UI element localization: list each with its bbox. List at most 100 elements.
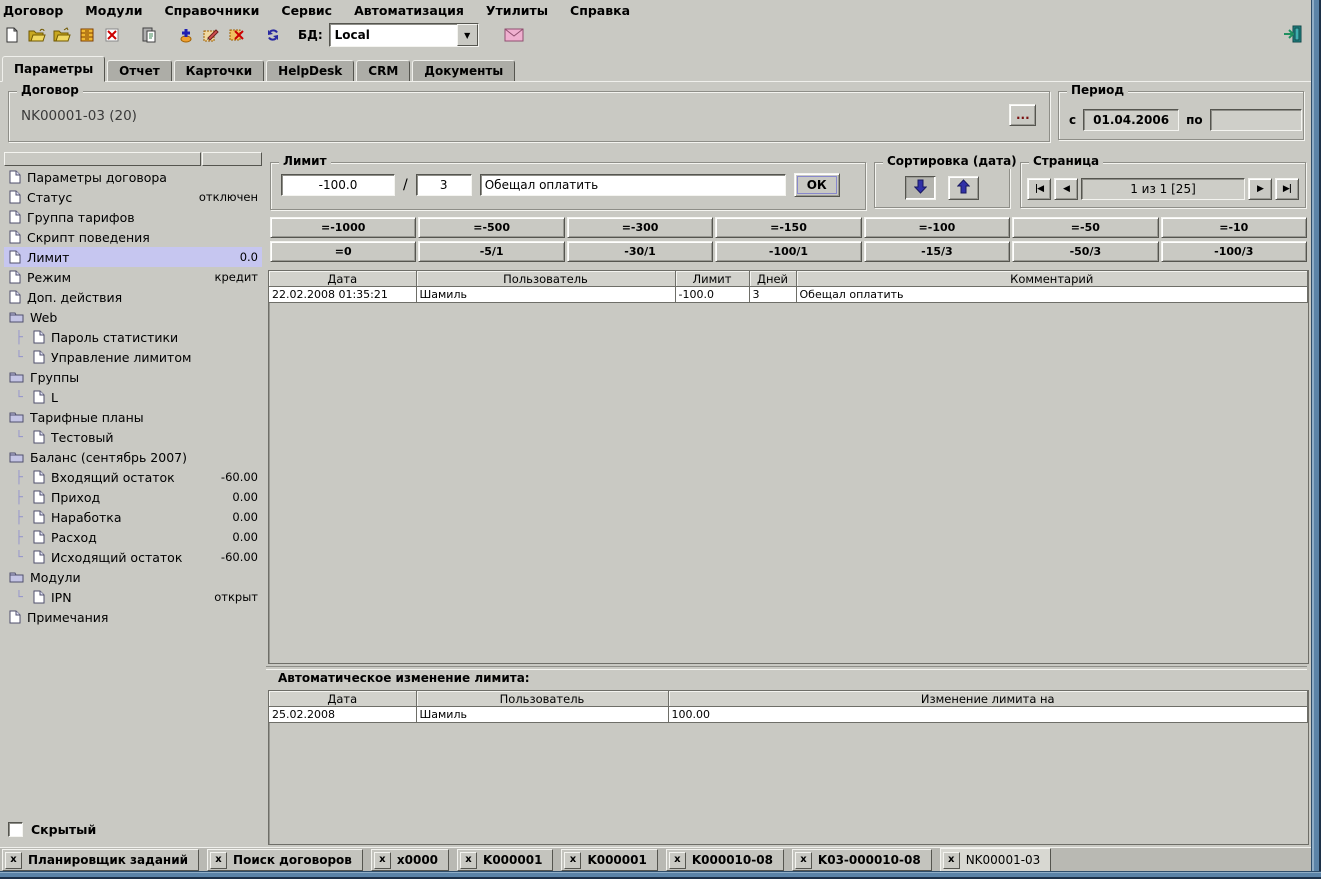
exit-icon[interactable] (1282, 23, 1304, 45)
new-document-icon[interactable] (1, 24, 23, 46)
close-icon[interactable]: x (374, 852, 391, 869)
preset-button[interactable]: =0 (270, 241, 416, 262)
menu-item[interactable]: Модули (85, 3, 142, 18)
tree-item[interactable]: Лимит0.0 (4, 247, 262, 267)
tree-item[interactable]: Режимкредит (4, 267, 262, 287)
column-header[interactable]: Лимит (675, 271, 749, 287)
preset-button[interactable]: -100/3 (1161, 241, 1307, 262)
close-icon[interactable]: x (460, 852, 477, 869)
table-row[interactable]: 22.02.2008 01:35:21Шамиль-100.03Обещал о… (269, 287, 1308, 303)
taskbar-tab[interactable]: xПоиск договоров (207, 849, 363, 871)
limit-amount-field[interactable] (281, 174, 395, 196)
mail-icon[interactable] (503, 24, 525, 46)
ok-button[interactable]: ОК (794, 173, 840, 197)
menu-item[interactable]: Справочники (164, 3, 259, 18)
taskbar-tab[interactable]: xK000010-08 (666, 849, 784, 871)
menu-item[interactable]: Справка (570, 3, 630, 18)
tree-item[interactable]: └Исходящий остаток-60.00 (4, 547, 262, 567)
column-header[interactable]: Дней (749, 271, 796, 287)
tree-item[interactable]: Примечания (4, 607, 262, 627)
tree-item[interactable]: Модули (4, 567, 262, 587)
next-page-button[interactable]: ▶ (1248, 178, 1272, 200)
tree-item[interactable]: Статусотключен (4, 187, 262, 207)
preset-button[interactable]: =-10 (1161, 217, 1307, 238)
tree-item[interactable]: ├Наработка0.00 (4, 507, 262, 527)
add-user-icon[interactable] (175, 24, 197, 46)
close-icon[interactable]: x (795, 852, 812, 869)
preset-button[interactable]: -15/3 (864, 241, 1010, 262)
last-page-button[interactable]: ▶| (1275, 178, 1299, 200)
preset-button[interactable]: =-100 (864, 217, 1010, 238)
period-to-field[interactable] (1210, 109, 1302, 131)
close-icon[interactable]: x (943, 852, 960, 869)
menu-item[interactable]: Договор (3, 3, 63, 18)
taskbar-tab[interactable]: xПланировщик заданий (2, 849, 199, 871)
main-tab[interactable]: Параметры (2, 56, 105, 82)
column-header[interactable]: Пользователь (416, 271, 675, 287)
tree-item[interactable]: Баланс (сентябрь 2007) (4, 447, 262, 467)
close-icon[interactable]: x (564, 852, 581, 869)
close-icon[interactable]: x (669, 852, 686, 869)
close-icon[interactable]: x (210, 852, 227, 869)
tree-item[interactable]: ├Приход0.00 (4, 487, 262, 507)
preset-button[interactable]: -100/1 (715, 241, 861, 262)
taskbar-tab[interactable]: xK000001 (457, 849, 553, 871)
delete-icon[interactable] (101, 24, 123, 46)
taskbar-tab[interactable]: xNK00001-03 (940, 848, 1052, 872)
open-contract-icon[interactable] (51, 24, 73, 46)
tree-item[interactable]: └Управление лимитом (4, 347, 262, 367)
column-header[interactable]: Пользователь (416, 691, 668, 707)
taskbar-tab[interactable]: xK000001 (561, 849, 657, 871)
tree-item[interactable]: └IPNоткрыт (4, 587, 262, 607)
column-header[interactable]: Дата (269, 691, 416, 707)
table-row[interactable]: 25.02.2008Шамиль100.00 (269, 707, 1308, 723)
preset-button[interactable]: -30/1 (567, 241, 713, 262)
tree-item[interactable]: Доп. действия (4, 287, 262, 307)
open-folder-icon[interactable] (26, 24, 48, 46)
copy-icon[interactable] (138, 24, 160, 46)
edit-icon[interactable] (200, 24, 222, 46)
refresh-icon[interactable] (262, 24, 284, 46)
preset-button[interactable]: =-500 (418, 217, 564, 238)
main-tab[interactable]: Карточки (174, 60, 265, 82)
preset-button[interactable]: -5/1 (418, 241, 564, 262)
tree-item[interactable]: └L (4, 387, 262, 407)
sort-ascending-button[interactable] (948, 176, 979, 200)
first-page-button[interactable]: |◀ (1027, 178, 1051, 200)
chevron-down-icon[interactable] (457, 24, 478, 46)
tree-item[interactable]: ├Расход0.00 (4, 527, 262, 547)
sort-descending-button[interactable] (905, 176, 936, 200)
menu-item[interactable]: Утилиты (486, 3, 548, 18)
contract-browse-button[interactable]: ... (1009, 104, 1036, 126)
preset-button[interactable]: =-1000 (270, 217, 416, 238)
tree-item[interactable]: Параметры договора (4, 167, 262, 187)
limit-comment-field[interactable] (480, 174, 786, 196)
tree-item[interactable]: └Тестовый (4, 427, 262, 447)
taskbar-tab[interactable]: xx0000 (371, 849, 449, 871)
period-from-field[interactable] (1083, 109, 1179, 131)
tree-item[interactable]: ├Входящий остаток-60.00 (4, 467, 262, 487)
main-tab[interactable]: HelpDesk (266, 60, 354, 82)
tree-item[interactable]: Web (4, 307, 262, 327)
tree-item[interactable]: Группы (4, 367, 262, 387)
column-header[interactable]: Комментарий (796, 271, 1308, 287)
main-tab[interactable]: CRM (356, 60, 410, 82)
remove-icon[interactable] (225, 24, 247, 46)
menu-item[interactable]: Автоматизация (354, 3, 464, 18)
tree-item[interactable]: ├Пароль статистики (4, 327, 262, 347)
close-icon[interactable]: x (5, 852, 22, 869)
archive-icon[interactable] (76, 24, 98, 46)
preset-button[interactable]: =-50 (1012, 217, 1158, 238)
main-tab[interactable]: Отчет (107, 60, 172, 82)
column-header[interactable]: Дата (269, 271, 416, 287)
preset-button[interactable]: =-150 (715, 217, 861, 238)
preset-button[interactable]: =-300 (567, 217, 713, 238)
limit-days-field[interactable] (416, 174, 472, 196)
main-tab[interactable]: Документы (412, 60, 515, 82)
hidden-checkbox[interactable] (8, 822, 23, 837)
tree-item[interactable]: Скрипт поведения (4, 227, 262, 247)
tree-item[interactable]: Тарифные планы (4, 407, 262, 427)
preset-button[interactable]: -50/3 (1012, 241, 1158, 262)
column-header[interactable]: Изменение лимита на (668, 691, 1308, 707)
db-select[interactable]: Local (329, 23, 479, 47)
